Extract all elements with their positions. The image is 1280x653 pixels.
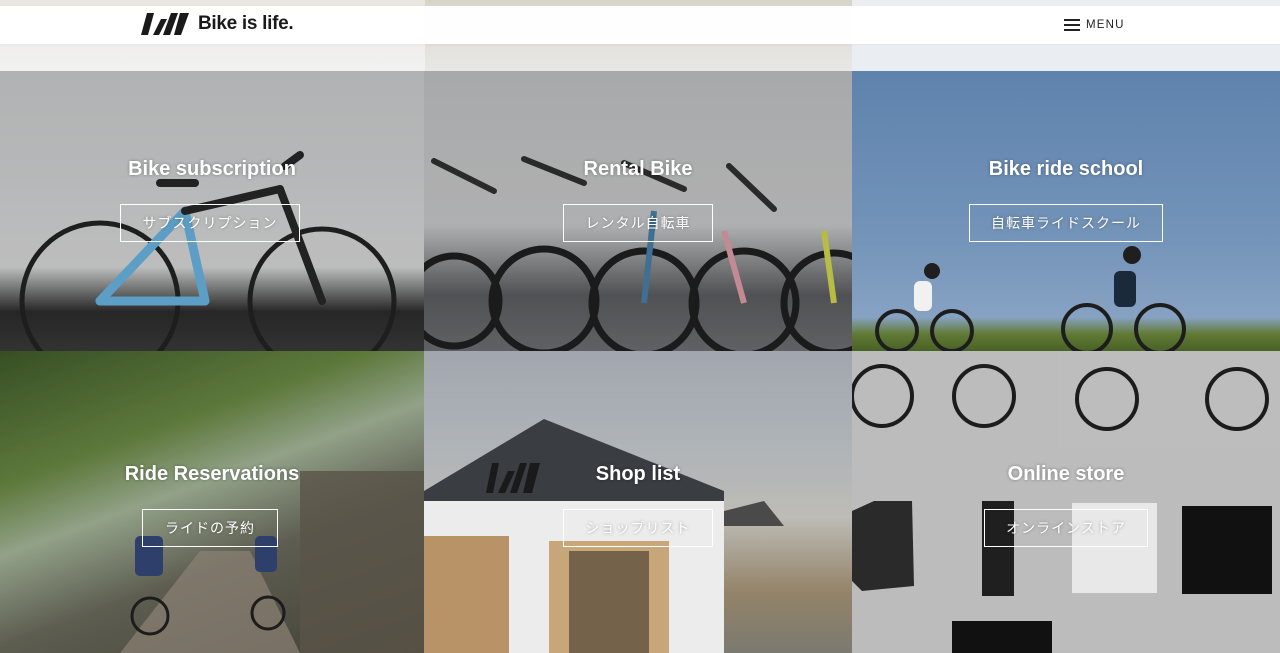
ride-school-button[interactable]: 自転車ライドスクール (969, 204, 1163, 242)
forest-ride-illustration (120, 471, 424, 653)
shop-building-illustration (424, 419, 784, 653)
tile-rental-bike[interactable]: Rental Bike レンタル自転車 (424, 71, 852, 351)
menu-label: MENU (1086, 19, 1125, 31)
hamburger-menu-icon (1064, 19, 1080, 31)
brand-logo-icon (141, 13, 189, 35)
shop-list-button[interactable]: ショップリスト (563, 509, 713, 547)
site-header: Bike is life. MENU (0, 6, 1280, 44)
tile-title: Rental Bike (583, 158, 693, 180)
tile-bike-ride-school[interactable]: Bike ride school 自転車ライドスクール (852, 71, 1280, 351)
online-store-button[interactable]: オンラインストア (984, 509, 1148, 547)
menu-button[interactable]: MENU (1064, 16, 1125, 34)
tile-online-store[interactable]: Online store オンラインストア (852, 351, 1280, 653)
products-grid-illustration (852, 351, 1280, 653)
page: Bike is life. MENU Bike subscription サブス… (0, 0, 1280, 653)
brand-name: Bike is life. (198, 13, 294, 34)
rental-bike-button[interactable]: レンタル自転車 (563, 204, 713, 242)
tile-shop-list[interactable]: Shop list ショップリスト (424, 351, 852, 653)
tile-title: Bike subscription (128, 158, 296, 180)
tile-title: Online store (1007, 463, 1125, 485)
ride-reservations-button[interactable]: ライドの予約 (142, 509, 278, 547)
subscription-button[interactable]: サブスクリプション (120, 204, 300, 242)
tile-title: Ride Reservations (124, 463, 300, 485)
tile-title: Shop list (595, 463, 681, 485)
tile-ride-reservations[interactable]: Ride Reservations ライドの予約 (0, 351, 424, 653)
tile-title: Bike ride school (988, 158, 1144, 180)
brand-logo-link[interactable]: Bike is life. (141, 12, 294, 36)
tile-bike-subscription[interactable]: Bike subscription サブスクリプション (0, 71, 424, 351)
